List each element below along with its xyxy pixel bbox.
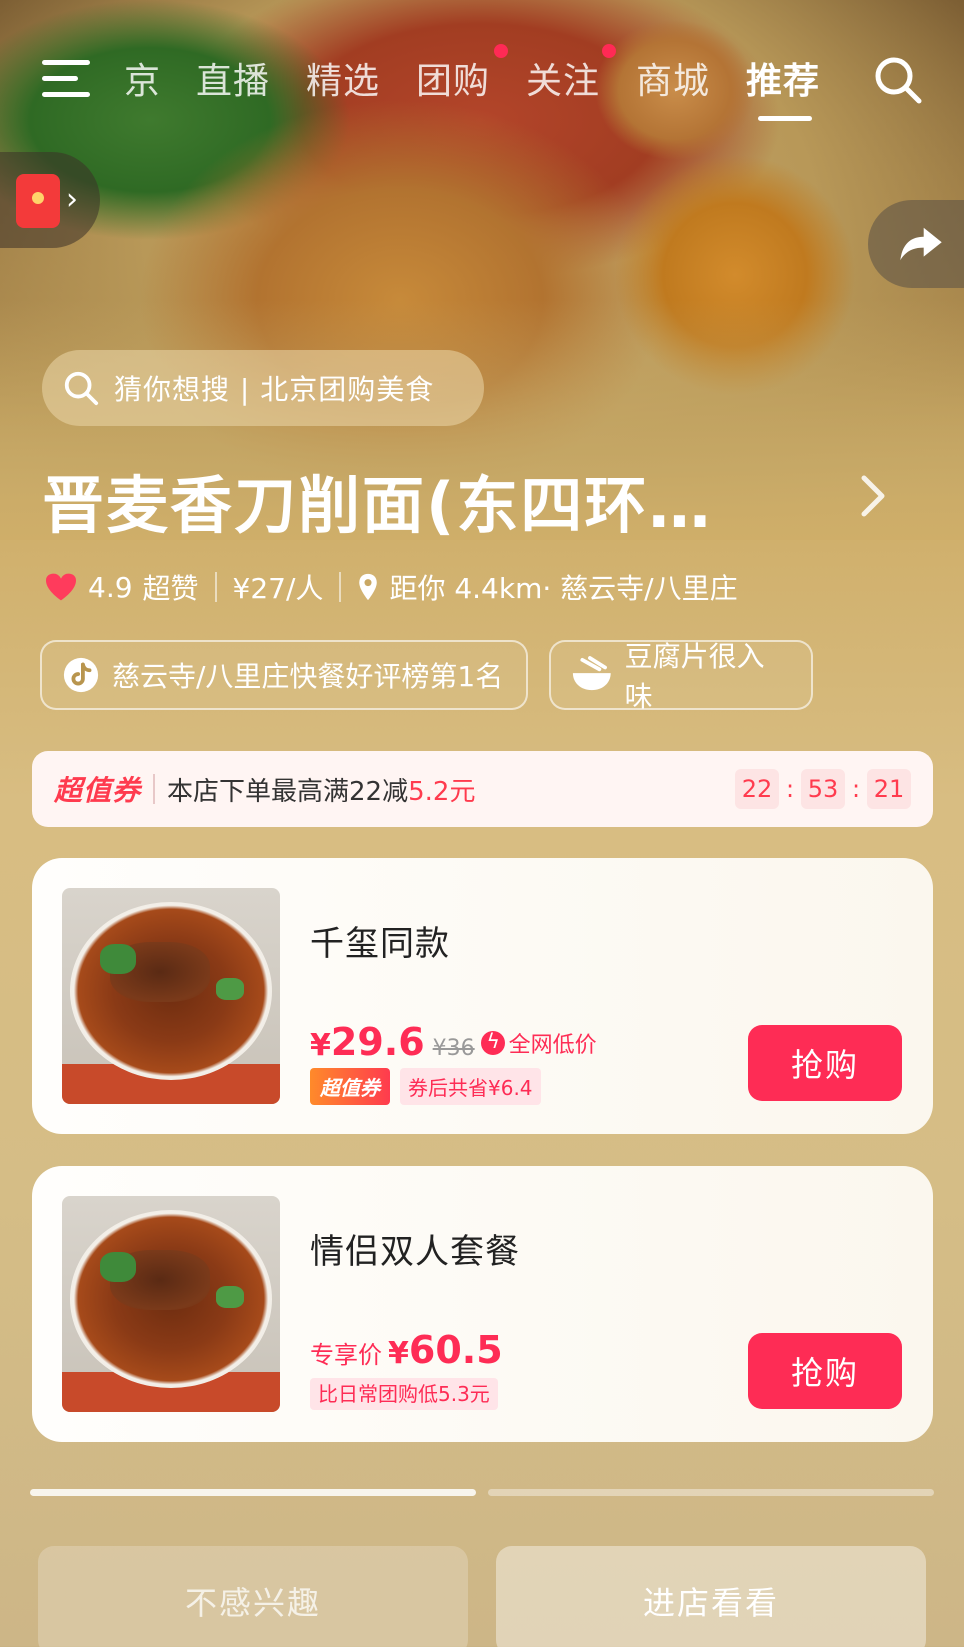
tab-mall[interactable]: 商城	[636, 52, 710, 104]
tab-group-buy[interactable]: 团购	[416, 52, 490, 104]
ranking-icon	[63, 657, 99, 693]
low-price-text: 全网低价	[508, 1033, 597, 1058]
product-card[interactable]: 情侣双人套餐 专享价 ¥ 60.5 比日常团购低5.3元 抢购	[32, 1166, 933, 1442]
pager-indicator-active	[30, 1489, 476, 1496]
bowl-icon	[572, 656, 611, 691]
group-buy-dot	[494, 44, 508, 58]
shop-meta-row: 4.9 超赞 ¥27/人 距你 4.4km· 慈云寺/八里庄	[44, 565, 738, 609]
saving-chip: 比日常团购低5.3元	[310, 1378, 498, 1410]
following-dot	[602, 44, 616, 58]
saving-chip: 券后共省¥6.4	[400, 1068, 541, 1105]
buy-button[interactable]: 抢购	[748, 1333, 902, 1409]
location-pin-icon	[359, 573, 378, 601]
coupon-row: 超值券 券后共省¥6.4	[310, 1068, 541, 1105]
search-icon	[64, 371, 99, 406]
ranking-tag[interactable]: 慈云寺/八里庄快餐好评榜第1名	[40, 640, 528, 710]
product-image	[62, 888, 280, 1104]
red-packet-button[interactable]: ›	[0, 152, 100, 248]
currency-symbol: ¥	[388, 1336, 409, 1371]
chevron-right-icon[interactable]	[858, 474, 888, 518]
product-name: 情侣双人套餐	[310, 1232, 520, 1272]
tab-jing[interactable]: 京	[124, 52, 161, 104]
review-tag[interactable]: 豆腐片很入味	[549, 640, 813, 713]
coupon-text-prefix: 本店下单最高满22减	[167, 776, 409, 807]
heart-icon	[46, 573, 76, 601]
ranking-tag-text: 慈云寺/八里庄快餐好评榜第1名	[112, 660, 504, 693]
coupon-bar[interactable]: 超值券 本店下单最高满22减5.2元 22 : 53 : 21	[32, 751, 933, 827]
countdown-timer: 22 : 53 : 21	[735, 769, 911, 809]
timer-hours: 22	[735, 769, 779, 809]
super-coupon-badge: 超值券	[310, 1068, 390, 1105]
timer-colon: :	[851, 775, 861, 803]
buy-button[interactable]: 抢购	[748, 1025, 902, 1101]
product-price: 60.5	[408, 1328, 503, 1372]
pager-indicator	[488, 1489, 934, 1496]
rating-label: 超赞	[142, 572, 199, 605]
search-suggestion-text: 猜你想搜 | 北京团购美食	[114, 373, 435, 406]
active-tab-indicator	[758, 116, 812, 121]
coupon-text: 本店下单最高满22减5.2元	[167, 771, 475, 808]
enter-shop-button[interactable]: 进店看看	[496, 1546, 926, 1647]
per-person-price: ¥27/人	[232, 572, 324, 605]
saving-row: 比日常团购低5.3元	[310, 1378, 498, 1410]
original-price: ¥36	[432, 1036, 475, 1061]
rating-value: 4.9	[88, 570, 133, 604]
tab-following[interactable]: 关注	[526, 52, 600, 104]
product-name: 千玺同款	[310, 924, 450, 964]
shop-title[interactable]: 晋麦香刀削面(东四环…	[42, 455, 712, 545]
distance-text: 距你 4.4km· 慈云寺/八里庄	[389, 572, 738, 605]
divider	[214, 572, 217, 602]
tab-featured[interactable]: 精选	[306, 52, 380, 104]
price-row: 专享价 ¥ 60.5	[310, 1328, 503, 1372]
review-tag-text: 豆腐片很入味	[624, 640, 765, 713]
timer-minutes: 53	[801, 769, 845, 809]
timer-colon: :	[785, 775, 795, 803]
top-nav: 京 直播 精选 团购 关注 商城 推荐	[0, 40, 964, 121]
chevron-right-icon: ›	[66, 182, 78, 217]
divider	[153, 774, 156, 804]
exclusive-price-label: 专享价	[310, 1341, 382, 1369]
search-icon[interactable]	[872, 54, 924, 106]
search-suggestion[interactable]: 猜你想搜 | 北京团购美食	[42, 350, 484, 426]
not-interested-button[interactable]: 不感兴趣	[38, 1546, 468, 1647]
product-price: 29.6	[330, 1020, 425, 1064]
share-button[interactable]	[868, 200, 964, 288]
divider	[339, 572, 342, 602]
currency-symbol: ¥	[310, 1028, 331, 1063]
timer-seconds: 21	[867, 769, 911, 809]
product-card[interactable]: 千玺同款 ¥ 29.6 ¥36 全网低价 超值券 券后共省¥6.4 抢购	[32, 858, 933, 1134]
share-icon	[900, 227, 942, 261]
price-row: ¥ 29.6 ¥36 全网低价	[310, 1020, 597, 1064]
super-coupon-logo: 超值券	[54, 774, 142, 807]
tab-live[interactable]: 直播	[196, 52, 270, 104]
lightning-icon	[480, 1029, 505, 1055]
coupon-text-highlight: 5.2元	[408, 776, 476, 807]
red-packet-icon	[16, 174, 60, 228]
tab-recommend[interactable]: 推荐	[746, 52, 820, 104]
menu-icon[interactable]	[42, 60, 90, 98]
low-price-label: 全网低价	[480, 1027, 597, 1059]
product-image	[62, 1196, 280, 1412]
